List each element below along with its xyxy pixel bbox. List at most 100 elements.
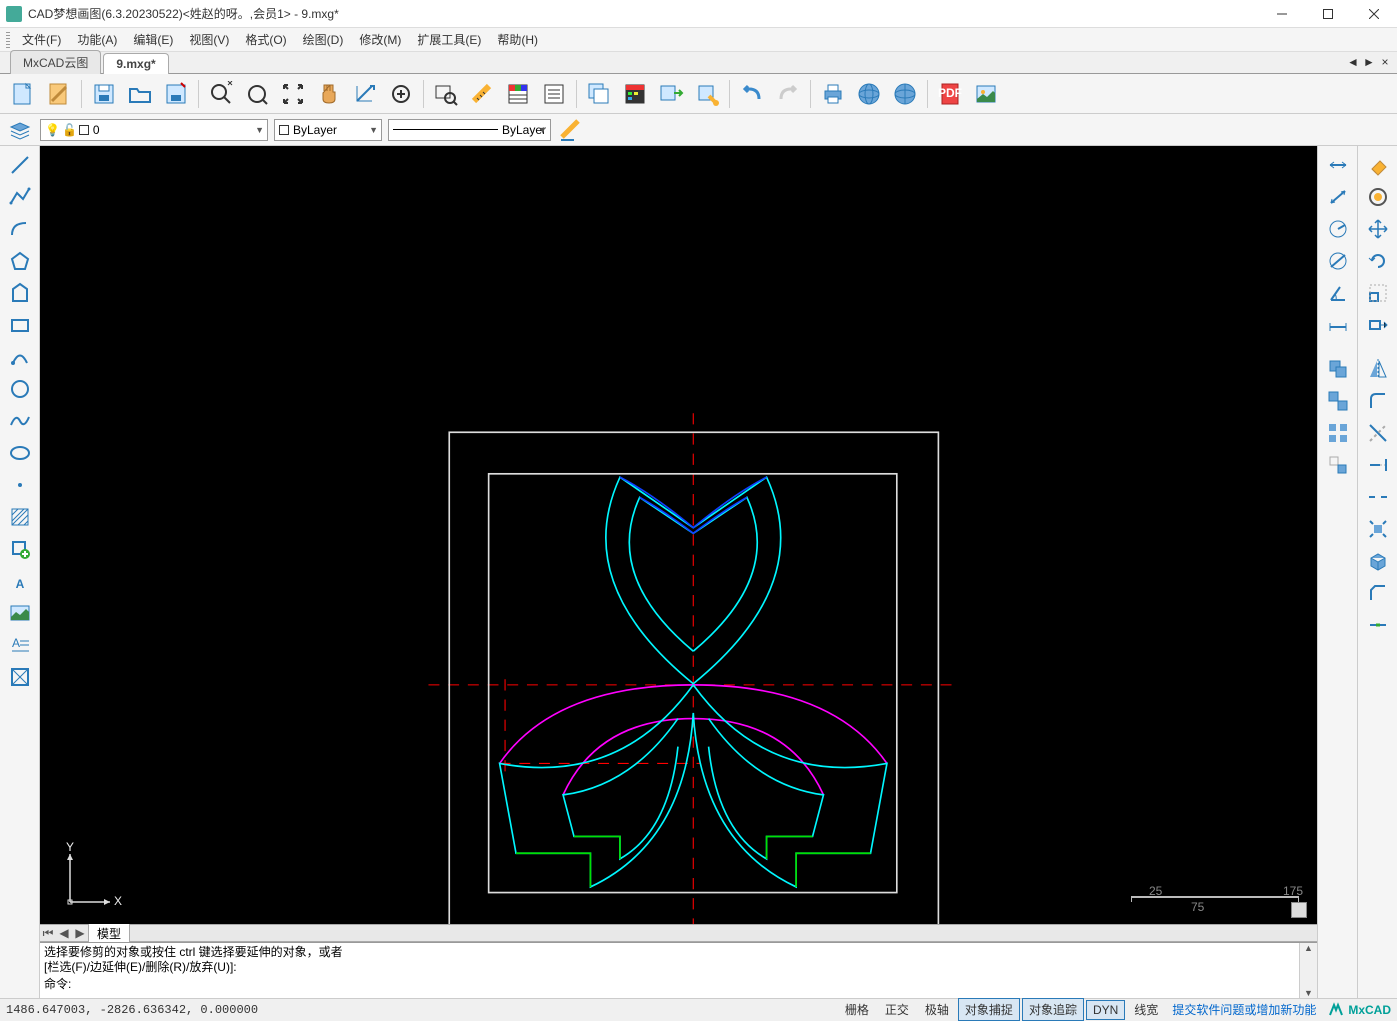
tab-next2-icon[interactable]: ▶: [72, 926, 88, 940]
region-button[interactable]: [4, 662, 36, 692]
dim-angular-button[interactable]: [1322, 278, 1354, 308]
new-wizard-button[interactable]: [42, 77, 76, 111]
save-as-button[interactable]: [159, 77, 193, 111]
feedback-link[interactable]: 提交软件问题或增加新功能: [1172, 1001, 1316, 1018]
stat-polar[interactable]: 极轴: [918, 998, 956, 1021]
hatch-button[interactable]: [4, 502, 36, 532]
menu-edit[interactable]: 编辑(E): [125, 28, 181, 51]
extend-button[interactable]: [1362, 450, 1394, 480]
zoom-previous-button[interactable]: [384, 77, 418, 111]
tab-mxcad-cloud[interactable]: MxCAD云图: [10, 50, 101, 74]
move2-button[interactable]: [1362, 214, 1394, 244]
text-button[interactable]: A: [4, 566, 36, 596]
menu-help[interactable]: 帮助(H): [489, 28, 546, 51]
zoom-realtime-button[interactable]: [240, 77, 274, 111]
stat-ortho[interactable]: 正交: [878, 998, 916, 1021]
box-button[interactable]: [1362, 546, 1394, 576]
erase-button[interactable]: [1362, 150, 1394, 180]
mtext-button[interactable]: A: [4, 630, 36, 660]
rotate-button[interactable]: [1362, 246, 1394, 276]
image-insert-button[interactable]: [4, 598, 36, 628]
polygon2-button[interactable]: [4, 278, 36, 308]
mirror-button[interactable]: [1362, 354, 1394, 384]
spline-button[interactable]: [4, 406, 36, 436]
insert-block-button[interactable]: [654, 77, 688, 111]
undo-button[interactable]: [735, 77, 769, 111]
circle-button[interactable]: [4, 374, 36, 404]
menu-modify[interactable]: 修改(M): [351, 28, 409, 51]
nav-cube[interactable]: [1291, 902, 1307, 918]
properties-button[interactable]: [501, 77, 535, 111]
trim-button[interactable]: [1362, 418, 1394, 448]
pan-button[interactable]: [312, 77, 346, 111]
close-button[interactable]: [1351, 0, 1397, 28]
tab-next-icon[interactable]: ►: [1361, 54, 1377, 70]
model-tab[interactable]: 模型: [88, 924, 130, 943]
layer-select[interactable]: 💡 🔓 0 ▼: [40, 119, 268, 141]
scroll-up-icon[interactable]: ▲: [1304, 943, 1313, 953]
new-button[interactable]: [6, 77, 40, 111]
zoom-extents-button[interactable]: [276, 77, 310, 111]
tab-close-icon[interactable]: ×: [1377, 54, 1393, 70]
text-window-button[interactable]: [537, 77, 571, 111]
command-scrollbar[interactable]: ▲ ▼: [1299, 943, 1317, 998]
web2-button[interactable]: [888, 77, 922, 111]
tab-9-mxg[interactable]: 9.mxg*: [103, 53, 168, 74]
drawing-canvas[interactable]: X Y 25 175 75: [40, 146, 1317, 924]
tab-prev-icon[interactable]: ◄: [1345, 54, 1361, 70]
stat-lwt[interactable]: 线宽: [1127, 998, 1165, 1021]
find-button[interactable]: [429, 77, 463, 111]
join-button[interactable]: [1362, 610, 1394, 640]
move-button[interactable]: [1322, 450, 1354, 480]
zoom-window-button[interactable]: [204, 77, 238, 111]
explode-button[interactable]: [1362, 514, 1394, 544]
chamfer-button[interactable]: [1362, 578, 1394, 608]
image-button[interactable]: [969, 77, 1003, 111]
fillet-button[interactable]: [1362, 386, 1394, 416]
minimize-button[interactable]: [1259, 0, 1305, 28]
menu-function[interactable]: 功能(A): [69, 28, 125, 51]
web-button[interactable]: [852, 77, 886, 111]
line-button[interactable]: [4, 150, 36, 180]
menu-view[interactable]: 视图(V): [181, 28, 237, 51]
break-button[interactable]: [1362, 482, 1394, 512]
linetype-select[interactable]: ByLayer ▼: [388, 119, 551, 141]
copy2-button[interactable]: [1322, 386, 1354, 416]
measure-button[interactable]: [465, 77, 499, 111]
polyline-button[interactable]: [4, 182, 36, 212]
make-block-button[interactable]: [690, 77, 724, 111]
scale-button[interactable]: [1362, 278, 1394, 308]
dim-horizontal-button[interactable]: [1322, 310, 1354, 340]
layer-manager-button[interactable]: [582, 77, 616, 111]
dim-aligned-button[interactable]: [1322, 182, 1354, 212]
arc3pt-button[interactable]: [4, 342, 36, 372]
menu-draw[interactable]: 绘图(D): [295, 28, 352, 51]
tab-prev2-icon[interactable]: ◀: [56, 926, 72, 940]
lineweight-button[interactable]: [557, 116, 585, 144]
menu-file[interactable]: 文件(F): [14, 28, 69, 51]
stretch-button[interactable]: [1362, 310, 1394, 340]
stat-otrack[interactable]: 对象追踪: [1022, 998, 1084, 1021]
insert-button[interactable]: [4, 534, 36, 564]
menu-ext-tools[interactable]: 扩展工具(E): [409, 28, 489, 51]
copy-button[interactable]: [1322, 354, 1354, 384]
dim-linear-button[interactable]: [1322, 150, 1354, 180]
command-input[interactable]: [71, 977, 1295, 991]
dim-radius-button[interactable]: [1322, 214, 1354, 244]
open-button[interactable]: [123, 77, 157, 111]
redo-button[interactable]: [771, 77, 805, 111]
stat-grid[interactable]: 栅格: [838, 998, 876, 1021]
maximize-button[interactable]: [1305, 0, 1351, 28]
scroll-down-icon[interactable]: ▼: [1304, 988, 1313, 998]
polygon-button[interactable]: [4, 246, 36, 276]
rectangle-button[interactable]: [4, 310, 36, 340]
offset-button[interactable]: [1362, 182, 1394, 212]
arc-button[interactable]: [4, 214, 36, 244]
save-button[interactable]: [87, 77, 121, 111]
stat-dyn[interactable]: DYN: [1086, 1000, 1125, 1020]
regen-button[interactable]: [348, 77, 382, 111]
menu-format[interactable]: 格式(O): [237, 28, 294, 51]
tab-first-icon[interactable]: ⏮: [40, 926, 56, 941]
color-select[interactable]: ByLayer ▼: [274, 119, 382, 141]
point-button[interactable]: [4, 470, 36, 500]
